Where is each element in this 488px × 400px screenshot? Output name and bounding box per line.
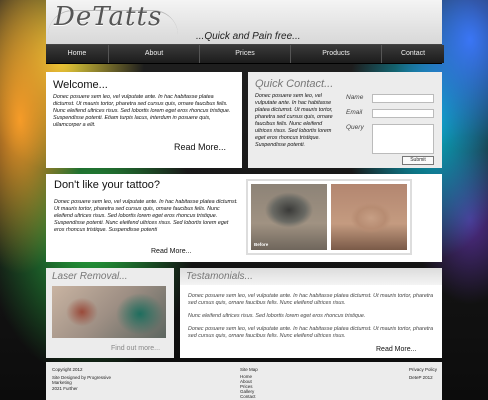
welcome-read-more-link[interactable]: Read More... [174, 142, 226, 152]
site-logo[interactable]: DeTatts [54, 2, 162, 32]
name-input[interactable] [372, 94, 434, 103]
laser-removal-title: Laser Removal... [52, 271, 128, 282]
tattoo-panel: Don't like your tattoo? Donec posuere se… [46, 174, 442, 262]
main-nav: Home About Prices Products Contact [46, 44, 444, 64]
footer-link-contact[interactable]: Contact [240, 394, 256, 399]
testimonials-read-more-link[interactable]: Read More... [376, 346, 416, 353]
before-after-frame: Before [248, 181, 410, 253]
nav-contact[interactable]: Contact [382, 45, 444, 63]
tattoo-title: Don't like your tattoo? [54, 179, 161, 191]
query-label: Query [346, 124, 364, 131]
laser-find-out-more-link[interactable]: Find out more... [111, 345, 160, 352]
testimonials-title: Testamonials... [186, 271, 253, 282]
footer-copyright: Copyright 2012 [52, 367, 83, 372]
footer-privacy-link[interactable]: Privacy Policy [409, 367, 437, 372]
testimonial-quote-1: Donec posuere sem leo, vel vulputate ant… [188, 293, 434, 306]
laser-removal-photo [52, 286, 166, 338]
footer-year: 2021 Further [52, 386, 78, 391]
page-container: DeTatts ...Quick and Pain free... Home A… [46, 0, 444, 400]
email-input[interactable] [372, 109, 434, 118]
site-header: DeTatts ...Quick and Pain free... [46, 0, 442, 44]
tattoo-read-more-link[interactable]: Read More... [151, 248, 191, 255]
nav-products[interactable]: Products [291, 45, 382, 63]
quick-contact-text: Donec posuere sem leo, vel vulputate ant… [255, 93, 333, 148]
nav-home[interactable]: Home [46, 45, 109, 63]
welcome-panel: Welcome... Donec posuere sem leo, vel vu… [46, 72, 242, 168]
after-photo [331, 184, 407, 250]
welcome-title: Welcome... [53, 79, 108, 91]
before-photo: Before [251, 184, 327, 250]
before-label: Before [254, 242, 269, 247]
footer-sitemap-title: Site Map [240, 367, 258, 372]
query-textarea[interactable] [372, 124, 434, 154]
nav-prices[interactable]: Prices [200, 45, 291, 63]
site-tagline: ...Quick and Pain free... [196, 31, 301, 42]
name-label: Name [346, 94, 364, 101]
nav-about[interactable]: About [109, 45, 200, 63]
quick-contact-panel: Quick Contact... Donec posuere sem leo, … [248, 72, 442, 168]
testimonial-quote-2: Nunc eleifend ultrices risus. Sed lobort… [188, 313, 366, 319]
testimonials-panel: Testamonials... Donec posuere sem leo, v… [180, 268, 442, 358]
footer-detat: DeteP 2012 [409, 375, 433, 380]
tattoo-text: Donec posuere sem leo, vel vulputate ant… [54, 199, 238, 233]
footer-designed-by[interactable]: Site Designed by Progressive Marketing [52, 375, 116, 385]
site-footer: Copyright 2012 Site Designed by Progress… [46, 362, 442, 400]
laser-removal-panel: Laser Removal... Find out more... [46, 268, 174, 358]
testimonial-quote-3: Donec posuere sem leo, vel vulputate ant… [188, 326, 434, 339]
welcome-text: Donec posuere sem leo, vel vulputate ant… [53, 94, 231, 128]
email-label: Email [346, 109, 363, 116]
quick-contact-title: Quick Contact... [255, 78, 334, 90]
submit-button[interactable]: Submit [402, 156, 434, 165]
